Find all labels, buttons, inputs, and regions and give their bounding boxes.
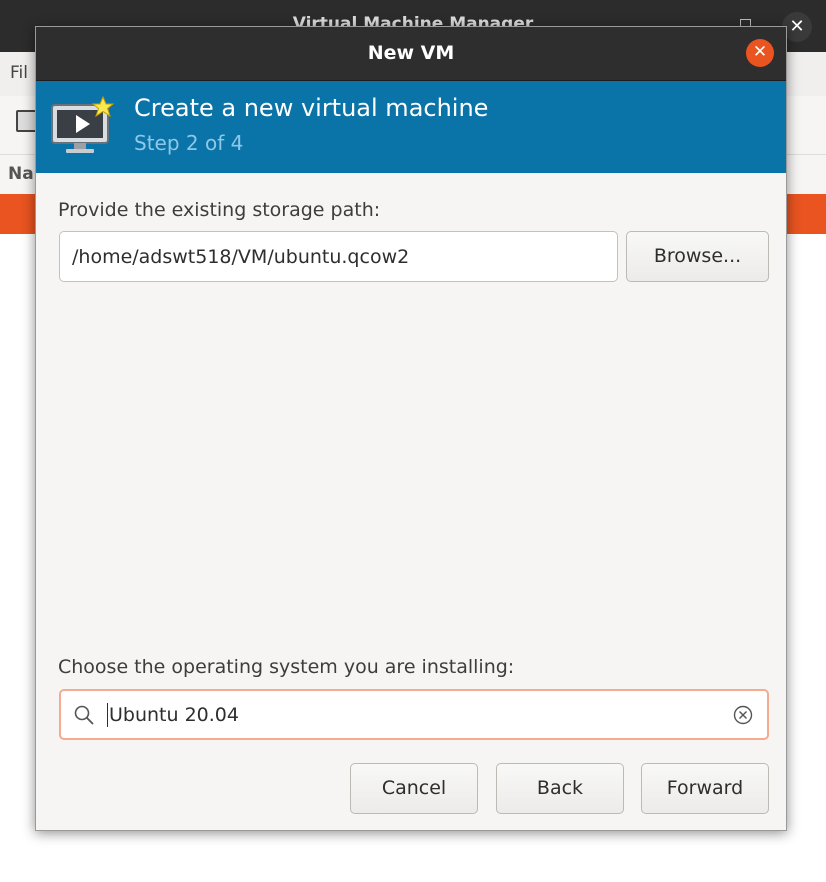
clear-icon[interactable]: [732, 704, 754, 726]
os-label: Choose the operating system you are inst…: [58, 656, 515, 678]
banner-step: Step 2 of 4: [134, 131, 244, 155]
browse-button[interactable]: Browse...: [626, 231, 769, 282]
search-icon: [74, 705, 94, 725]
os-search-value: Ubuntu 20.04: [107, 703, 239, 727]
close-icon[interactable]: ✕: [746, 39, 774, 67]
new-vm-dialog: New VM ✕ Create a new virtual machine St…: [35, 26, 787, 831]
forward-button[interactable]: Forward: [641, 763, 769, 814]
dialog-titlebar: New VM ✕: [36, 27, 786, 81]
wizard-banner: Create a new virtual machine Step 2 of 4: [36, 81, 786, 173]
back-button[interactable]: Back: [496, 763, 624, 814]
os-search-input[interactable]: Ubuntu 20.04: [59, 689, 769, 740]
cancel-button[interactable]: Cancel: [350, 763, 478, 814]
vm-monitor-icon: [51, 95, 115, 153]
storage-path-input[interactable]: [59, 231, 618, 282]
storage-path-label: Provide the existing storage path:: [58, 199, 381, 221]
dialog-title: New VM: [367, 42, 455, 64]
menu-file[interactable]: Fil: [10, 63, 28, 83]
banner-title: Create a new virtual machine: [134, 94, 489, 122]
column-header-name[interactable]: Na: [8, 164, 34, 184]
